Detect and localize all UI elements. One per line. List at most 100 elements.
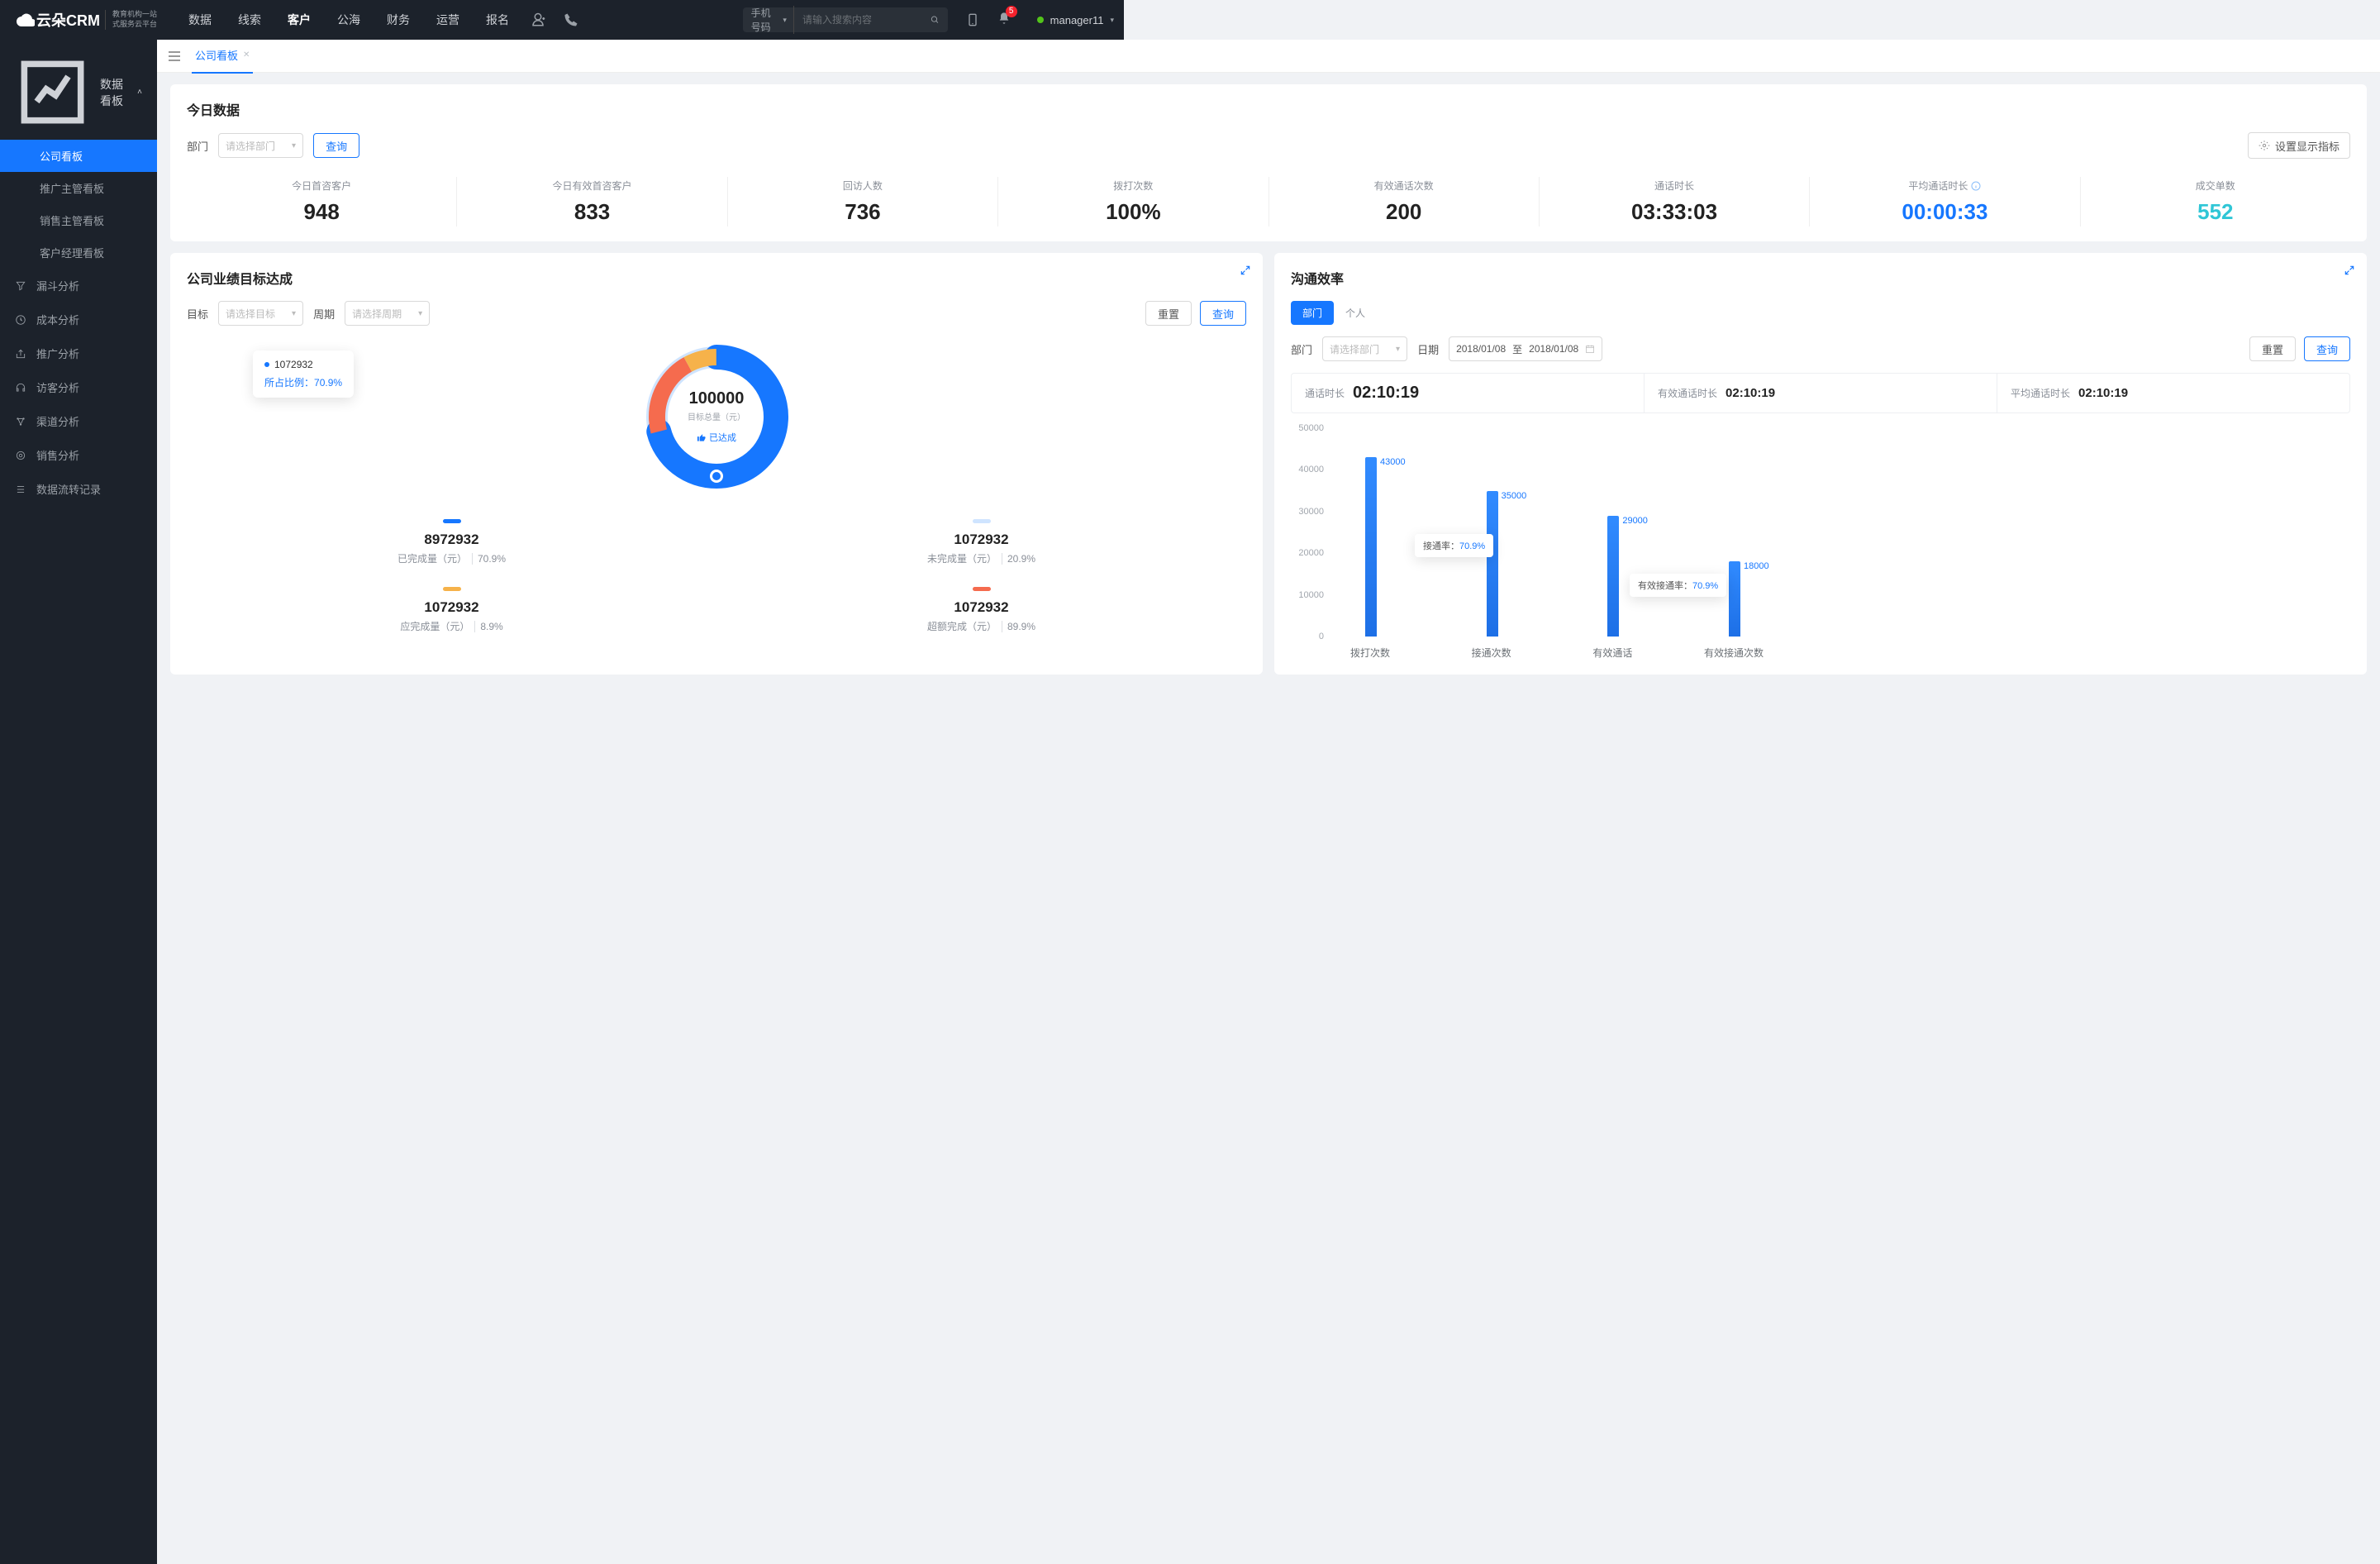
legend-item: 1072932超额完成（元）89.9%	[716, 587, 1246, 633]
nav-data[interactable]: 数据	[187, 0, 213, 40]
period-label: 周期	[313, 306, 335, 322]
target-reset-button[interactable]: 重置	[1145, 301, 1192, 326]
donut-center: 100000 目标总量（元） 已达成	[688, 389, 745, 444]
headset-icon	[15, 382, 26, 393]
header-tools: 5 manager11 ▾	[966, 11, 1114, 30]
hamburger-icon[interactable]	[169, 51, 180, 61]
eff-query-button[interactable]: 查询	[2304, 336, 2350, 361]
close-icon[interactable]: ✕	[243, 50, 250, 60]
dept-select[interactable]: 请选择部门▾	[218, 133, 303, 158]
bar-chart: 0100002000030000400005000043000350002900…	[1291, 428, 2350, 660]
search-icon[interactable]	[931, 14, 940, 26]
list-icon	[15, 484, 26, 495]
eff-dept-label: 部门	[1291, 341, 1312, 357]
goal-select[interactable]: 请选择目标▾	[218, 301, 303, 326]
eff-cell: 通话时长02:10:19	[1292, 374, 1645, 412]
phone-icon[interactable]	[564, 12, 578, 27]
sidebar-cost[interactable]: 成本分析	[0, 303, 157, 336]
period-select[interactable]: 请选择周期▾	[345, 301, 430, 326]
sidebar-item-sales-mgr[interactable]: 销售主管看板	[0, 204, 157, 236]
x-label: 接通次数	[1472, 646, 1511, 660]
status-dot-icon	[1037, 17, 1044, 23]
mobile-icon[interactable]	[966, 12, 979, 27]
search-type-select[interactable]: 手机号码▾	[751, 6, 794, 34]
stat-cell: 回访人数736	[728, 177, 998, 226]
legend-item: 1072932应完成量（元）8.9%	[187, 587, 716, 633]
target-title: 公司业绩目标达成	[187, 268, 1246, 288]
y-tick: 10000	[1291, 590, 1324, 600]
today-card: 今日数据 部门 请选择部门▾ 查询 设置显示指标 今日首咨客户948今日有效首咨…	[170, 84, 2367, 241]
stat-cell: 成交单数552	[2081, 177, 2350, 226]
target-legend: 8972932已完成量（元）70.9%1072932未完成量（元）20.9%10…	[187, 519, 1246, 633]
user-menu[interactable]: manager11 ▾	[1037, 14, 1114, 26]
toggle-person[interactable]: 个人	[1334, 301, 1377, 325]
bar	[1729, 561, 1740, 637]
gear-icon	[2259, 140, 2270, 151]
tab-company-board[interactable]: 公司看板✕	[192, 40, 253, 74]
bar	[1607, 516, 1619, 637]
sidebar-item-account-mgr[interactable]: 客户经理看板	[0, 236, 157, 269]
expand-icon[interactable]	[1240, 265, 1251, 276]
nav-signup[interactable]: 报名	[484, 0, 511, 40]
eff-date-label: 日期	[1417, 341, 1439, 357]
sidebar-flow[interactable]: 数据流转记录	[0, 472, 157, 506]
x-label: 拨打次数	[1350, 646, 1390, 660]
thumbs-up-icon	[697, 433, 706, 442]
sidebar-promo[interactable]: 推广分析	[0, 336, 157, 370]
nav-ops[interactable]: 运营	[435, 0, 461, 40]
legend-item: 8972932已完成量（元）70.9%	[187, 519, 716, 565]
nav-leads[interactable]: 线索	[236, 0, 263, 40]
eff-reset-button[interactable]: 重置	[2249, 336, 2296, 361]
bar-value: 35000	[1502, 491, 1527, 501]
page-tabs: 公司看板✕	[157, 40, 2380, 73]
target-card: 公司业绩目标达成 目标 请选择目标▾ 周期 请选择周期▾ 重置 查询 10729…	[170, 253, 1263, 675]
top-nav: 数据 线索 客户 公海 财务 运营 报名	[187, 0, 511, 40]
stat-cell: 有效通话次数200	[1269, 177, 1540, 226]
logo-mark: 云朵CRM	[17, 9, 100, 31]
donut-chart: 1072932 所占比例：70.9% 100000 目标总量（元） 已达成	[187, 334, 1246, 499]
eff-cell: 平均通话时长02:10:19	[1997, 374, 2349, 412]
stat-cell: 今日有效首咨客户833	[457, 177, 727, 226]
sidebar-channel[interactable]: 渠道分析	[0, 404, 157, 438]
dashboard-icon	[15, 55, 90, 130]
donut-tooltip: 1072932 所占比例：70.9%	[253, 350, 354, 398]
sidebar-visitor[interactable]: 访客分析	[0, 370, 157, 404]
efficiency-card: 沟通效率 部门 个人 部门 请选择部门▾ 日期 2018/01/08至2018/…	[1274, 253, 2367, 675]
main-area: 公司看板✕ 今日数据 部门 请选择部门▾ 查询 设置显示指标 今日首咨客户948…	[157, 40, 2380, 1564]
sidebar-group-dashboard[interactable]: 数据看板 ˄	[0, 45, 157, 140]
sidebar-item-company[interactable]: 公司看板	[0, 140, 157, 172]
sidebar-item-promo-mgr[interactable]: 推广主管看板	[0, 172, 157, 204]
add-user-icon[interactable]	[531, 12, 545, 27]
top-action-icons	[531, 12, 578, 27]
nav-public[interactable]: 公海	[336, 0, 362, 40]
search-input[interactable]	[794, 14, 931, 26]
notifications[interactable]: 5	[997, 11, 1011, 30]
y-tick: 40000	[1291, 465, 1324, 474]
stat-cell: 拨打次数100%	[998, 177, 1269, 226]
username: manager11	[1050, 14, 1104, 26]
info-icon	[1971, 181, 1981, 191]
toggle-dept[interactable]: 部门	[1291, 301, 1334, 325]
sidebar-sales[interactable]: 销售分析	[0, 438, 157, 472]
legend-item: 1072932未完成量（元）20.9%	[716, 519, 1246, 565]
sidebar-funnel[interactable]: 漏斗分析	[0, 269, 157, 303]
date-range-input[interactable]: 2018/01/08至2018/01/08	[1449, 336, 1602, 361]
search-bar: 手机号码▾	[743, 7, 948, 32]
today-stats: 今日首咨客户948今日有效首咨客户833回访人数736拨打次数100%有效通话次…	[187, 177, 2350, 226]
expand-icon[interactable]	[2344, 265, 2355, 276]
logo-tagline: 教育机构一站式服务云平台	[105, 10, 157, 29]
bar-value: 43000	[1380, 457, 1406, 467]
nav-customers[interactable]: 客户	[286, 0, 312, 40]
funnel-icon	[15, 280, 26, 292]
annotation-connect-rate: 接通率：70.9%	[1415, 534, 1493, 557]
eff-cell: 有效通话时长02:10:19	[1645, 374, 1997, 412]
clock-icon	[15, 314, 26, 326]
today-query-button[interactable]: 查询	[313, 133, 359, 158]
nav-finance[interactable]: 财务	[385, 0, 412, 40]
sidebar: 数据看板 ˄ 公司看板 推广主管看板 销售主管看板 客户经理看板 漏斗分析 成本…	[0, 40, 157, 1564]
bar	[1365, 457, 1377, 637]
target-query-button[interactable]: 查询	[1200, 301, 1246, 326]
eff-dept-select[interactable]: 请选择部门▾	[1322, 336, 1407, 361]
settings-metrics-button[interactable]: 设置显示指标	[2248, 132, 2350, 159]
y-tick: 50000	[1291, 423, 1324, 433]
